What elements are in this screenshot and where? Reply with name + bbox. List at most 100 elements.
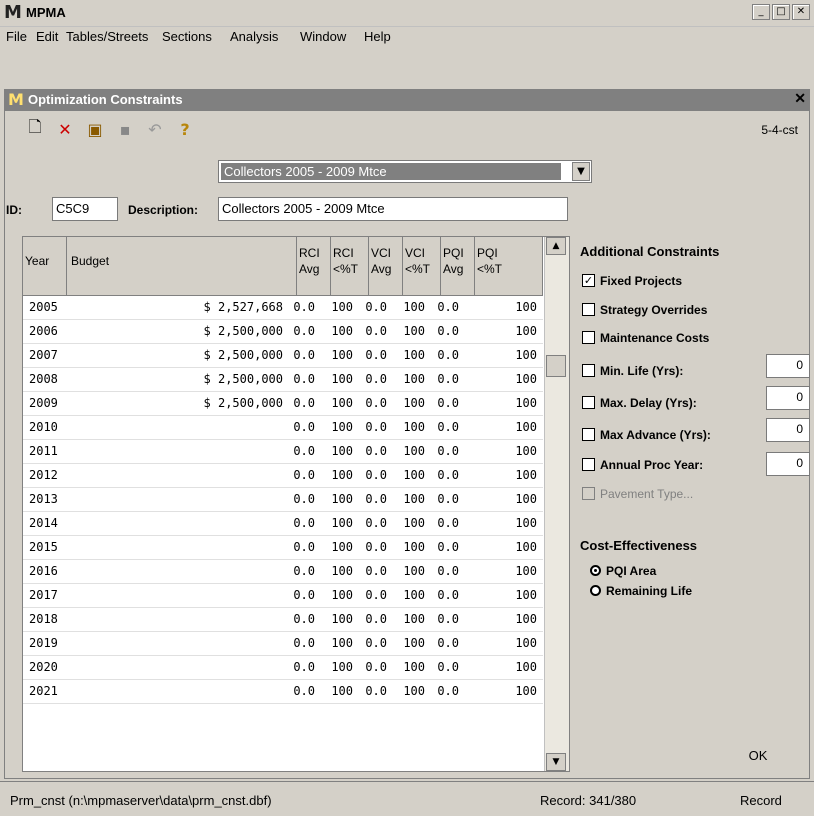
cell-rci-pct[interactable]: 100 — [331, 612, 353, 626]
menu-sections[interactable]: Sections — [162, 29, 212, 44]
cell-pqi-pct[interactable]: 100 — [515, 348, 537, 362]
cell-rci-pct[interactable]: 100 — [331, 492, 353, 506]
cell-pqi-pct[interactable]: 100 — [515, 420, 537, 434]
table-row[interactable]: 2020 0.0 100 0.0 100 0.0 100 — [23, 656, 543, 680]
cell-rci-avg[interactable]: 0.0 — [293, 420, 315, 434]
menu-analysis[interactable]: Analysis — [230, 29, 278, 44]
cell-vci-avg[interactable]: 0.0 — [365, 660, 387, 674]
cell-vci-avg[interactable]: 0.0 — [365, 324, 387, 338]
cell-rci-avg[interactable]: 0.0 — [293, 324, 315, 338]
cell-year[interactable]: 2012 — [29, 468, 58, 482]
scroll-down-icon[interactable]: ▼ — [546, 753, 566, 771]
cell-vci-avg[interactable]: 0.0 — [365, 348, 387, 362]
col-rci-pct[interactable]: RCI <%T — [331, 237, 369, 295]
cell-vci-pct[interactable]: 100 — [403, 660, 425, 674]
scroll-thumb[interactable] — [546, 355, 566, 377]
max-delay-field[interactable]: 0 — [766, 386, 810, 410]
cell-vci-pct[interactable]: 100 — [403, 492, 425, 506]
cell-rci-avg[interactable]: 0.0 — [293, 612, 315, 626]
table-row[interactable]: 2016 0.0 100 0.0 100 0.0 100 — [23, 560, 543, 584]
cell-pqi-avg[interactable]: 0.0 — [437, 396, 459, 410]
help-icon[interactable]: ? — [174, 118, 196, 140]
cell-pqi-pct[interactable]: 100 — [515, 636, 537, 650]
cell-rci-avg[interactable]: 0.0 — [293, 300, 315, 314]
cell-rci-pct[interactable]: 100 — [331, 540, 353, 554]
cell-vci-pct[interactable]: 100 — [403, 636, 425, 650]
budget-grid[interactable]: Year Budget RCI Avg RCI <%T VCI Avg VCI <%T … — [22, 236, 570, 772]
cell-rci-pct[interactable]: 100 — [331, 660, 353, 674]
col-vci-avg[interactable]: VCI Avg — [369, 237, 403, 295]
table-row[interactable]: 2012 0.0 100 0.0 100 0.0 100 — [23, 464, 543, 488]
cell-rci-pct[interactable]: 100 — [331, 516, 353, 530]
cell-pqi-avg[interactable]: 0.0 — [437, 540, 459, 554]
cell-vci-pct[interactable]: 100 — [403, 516, 425, 530]
cell-vci-avg[interactable]: 0.0 — [365, 516, 387, 530]
col-vci-pct[interactable]: VCI <%T — [403, 237, 441, 295]
cell-vci-avg[interactable]: 0.0 — [365, 420, 387, 434]
new-icon[interactable]: 🗋 — [24, 117, 46, 140]
cell-rci-avg[interactable]: 0.0 — [293, 396, 315, 410]
id-field[interactable]: C5C9 — [52, 197, 118, 221]
cell-rci-pct[interactable]: 100 — [331, 396, 353, 410]
table-row[interactable]: 2011 0.0 100 0.0 100 0.0 100 — [23, 440, 543, 464]
cell-pqi-avg[interactable]: 0.0 — [437, 612, 459, 626]
scenario-select[interactable]: Collectors 2005 - 2009 Mtce ▼ — [218, 160, 592, 183]
cell-pqi-avg[interactable]: 0.0 — [437, 300, 459, 314]
cell-year[interactable]: 2011 — [29, 444, 58, 458]
cell-year[interactable]: 2005 — [29, 300, 58, 314]
cell-vci-pct[interactable]: 100 — [403, 324, 425, 338]
cell-pqi-avg[interactable]: 0.0 — [437, 660, 459, 674]
cell-vci-avg[interactable]: 0.0 — [365, 468, 387, 482]
cell-rci-pct[interactable]: 100 — [331, 420, 353, 434]
cell-vci-avg[interactable]: 0.0 — [365, 684, 387, 698]
cell-year[interactable]: 2021 — [29, 684, 58, 698]
cell-pqi-avg[interactable]: 0.0 — [437, 324, 459, 338]
cell-pqi-avg[interactable]: 0.0 — [437, 372, 459, 386]
cell-year[interactable]: 2014 — [29, 516, 58, 530]
undo-icon[interactable]: ↶ — [144, 118, 166, 140]
table-row[interactable]: 2018 0.0 100 0.0 100 0.0 100 — [23, 608, 543, 632]
table-row[interactable]: 2014 0.0 100 0.0 100 0.0 100 — [23, 512, 543, 536]
cell-year[interactable]: 2016 — [29, 564, 58, 578]
cell-vci-pct[interactable]: 100 — [403, 588, 425, 602]
cell-rci-pct[interactable]: 100 — [331, 300, 353, 314]
cell-pqi-avg[interactable]: 0.0 — [437, 444, 459, 458]
close-button[interactable]: ✕ — [792, 4, 810, 20]
cell-pqi-avg[interactable]: 0.0 — [437, 684, 459, 698]
cell-rci-avg[interactable]: 0.0 — [293, 444, 315, 458]
menu-window[interactable]: Window — [300, 29, 346, 44]
menu-help[interactable]: Help — [364, 29, 391, 44]
cell-vci-pct[interactable]: 100 — [403, 444, 425, 458]
cell-vci-avg[interactable]: 0.0 — [365, 588, 387, 602]
cell-vci-pct[interactable]: 100 — [403, 396, 425, 410]
cell-budget[interactable]: $ 2,527,668 — [204, 300, 283, 314]
cell-rci-avg[interactable]: 0.0 — [293, 588, 315, 602]
cell-pqi-pct[interactable]: 100 — [515, 684, 537, 698]
cell-rci-avg[interactable]: 0.0 — [293, 684, 315, 698]
description-field[interactable]: Collectors 2005 - 2009 Mtce — [218, 197, 568, 221]
cell-rci-pct[interactable]: 100 — [331, 468, 353, 482]
table-row[interactable]: 2015 0.0 100 0.0 100 0.0 100 — [23, 536, 543, 560]
cell-pqi-pct[interactable]: 100 — [515, 564, 537, 578]
scroll-up-icon[interactable]: ▲ — [546, 237, 566, 255]
cell-rci-pct[interactable]: 100 — [331, 444, 353, 458]
cell-year[interactable]: 2008 — [29, 372, 58, 386]
cell-vci-avg[interactable]: 0.0 — [365, 396, 387, 410]
col-pqi-pct[interactable]: PQI <%T — [475, 237, 543, 295]
chevron-down-icon[interactable]: ▼ — [572, 162, 590, 181]
cell-pqi-pct[interactable]: 100 — [515, 324, 537, 338]
minimize-button[interactable]: _ — [752, 4, 770, 20]
cell-pqi-pct[interactable]: 100 — [515, 516, 537, 530]
cell-pqi-pct[interactable]: 100 — [515, 492, 537, 506]
cell-year[interactable]: 2018 — [29, 612, 58, 626]
cell-vci-pct[interactable]: 100 — [403, 612, 425, 626]
cell-budget[interactable]: $ 2,500,000 — [204, 324, 283, 338]
cell-vci-avg[interactable]: 0.0 — [365, 444, 387, 458]
cell-pqi-avg[interactable]: 0.0 — [437, 588, 459, 602]
cell-pqi-pct[interactable]: 100 — [515, 540, 537, 554]
cell-pqi-avg[interactable]: 0.0 — [437, 516, 459, 530]
cell-rci-avg[interactable]: 0.0 — [293, 492, 315, 506]
delete-icon[interactable]: ✕ — [54, 118, 76, 140]
cell-pqi-pct[interactable]: 100 — [515, 372, 537, 386]
cell-year[interactable]: 2013 — [29, 492, 58, 506]
